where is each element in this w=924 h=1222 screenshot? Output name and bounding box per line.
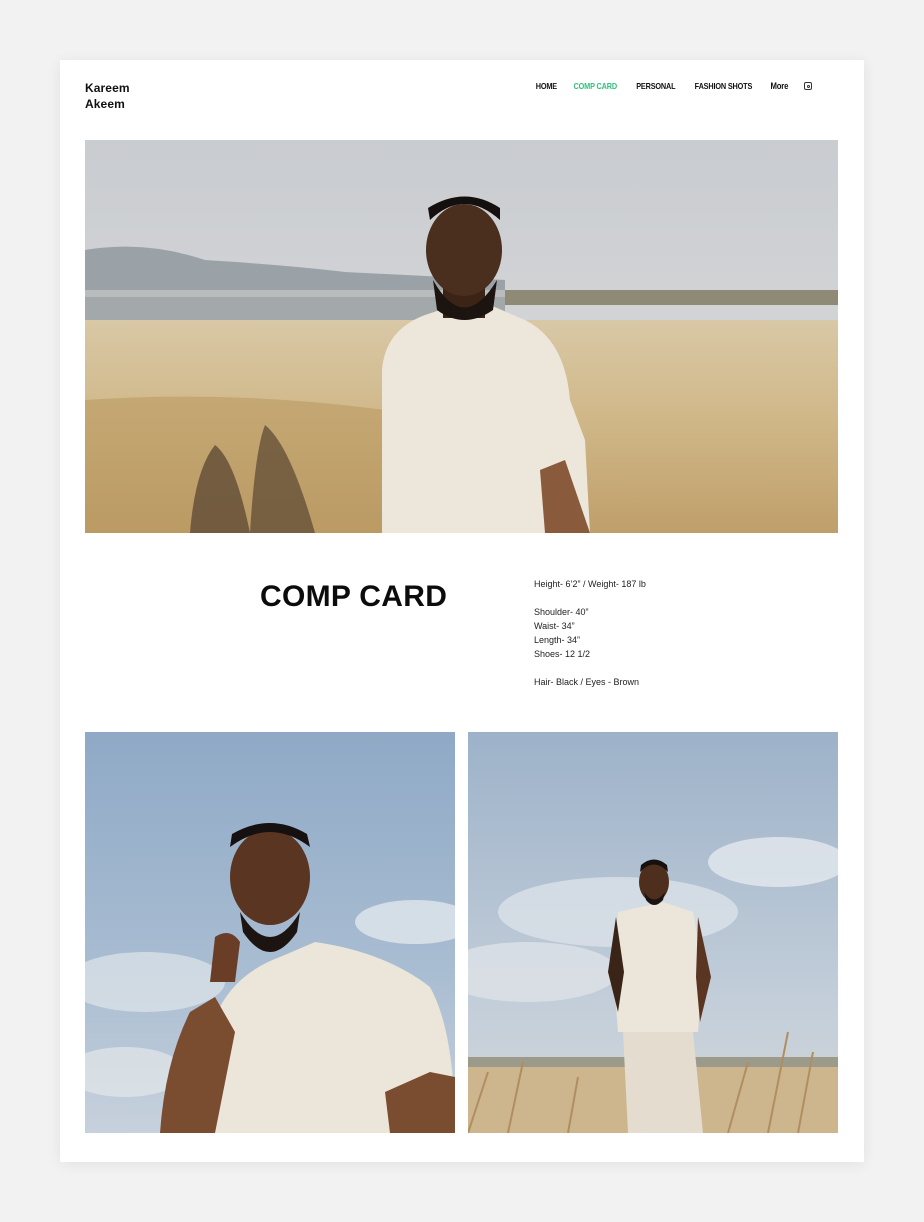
length-text: Length- 34” [534,635,581,645]
nav-item-fashion-shots[interactable]: FASHION SHOTS [695,81,753,91]
nav-item-personal[interactable]: PERSONAL [636,81,675,91]
waist-text: Waist- 34” [534,621,575,631]
height-weight-text: Height- 6’2” / Weight- 187 lb [534,579,646,589]
shoes-text: Shoes- 12 1/2 [534,649,591,659]
main-nav: HOME COMP CARD PERSONAL FASHION SHOTS Mo… [534,81,812,91]
site-logo[interactable]: Kareem Akeem [85,80,130,112]
brand-first-name: Kareem [85,81,130,95]
measurements-list: Height- 6’2” / Weight- 187 lb Shoulder- … [534,577,646,689]
hero-photo [85,140,838,533]
nav-item-home[interactable]: HOME [535,81,556,91]
hair-eyes-text: Hair- Black / Eyes - Brown [534,677,640,687]
nav-item-comp-card[interactable]: COMP CARD [574,81,618,91]
website-page: Kareem Akeem HOME COMP CARD PERSONAL FAS… [60,60,864,1162]
nav-item-more[interactable]: More [771,81,789,91]
instagram-icon[interactable] [804,82,812,90]
full-body-photo [468,732,838,1133]
brand-last-name: Akeem [85,97,125,111]
comp-card-title: COMP CARD [260,580,448,613]
shoulder-text: Shoulder- 40” [534,607,589,617]
portrait-photo-closeup [85,732,455,1133]
